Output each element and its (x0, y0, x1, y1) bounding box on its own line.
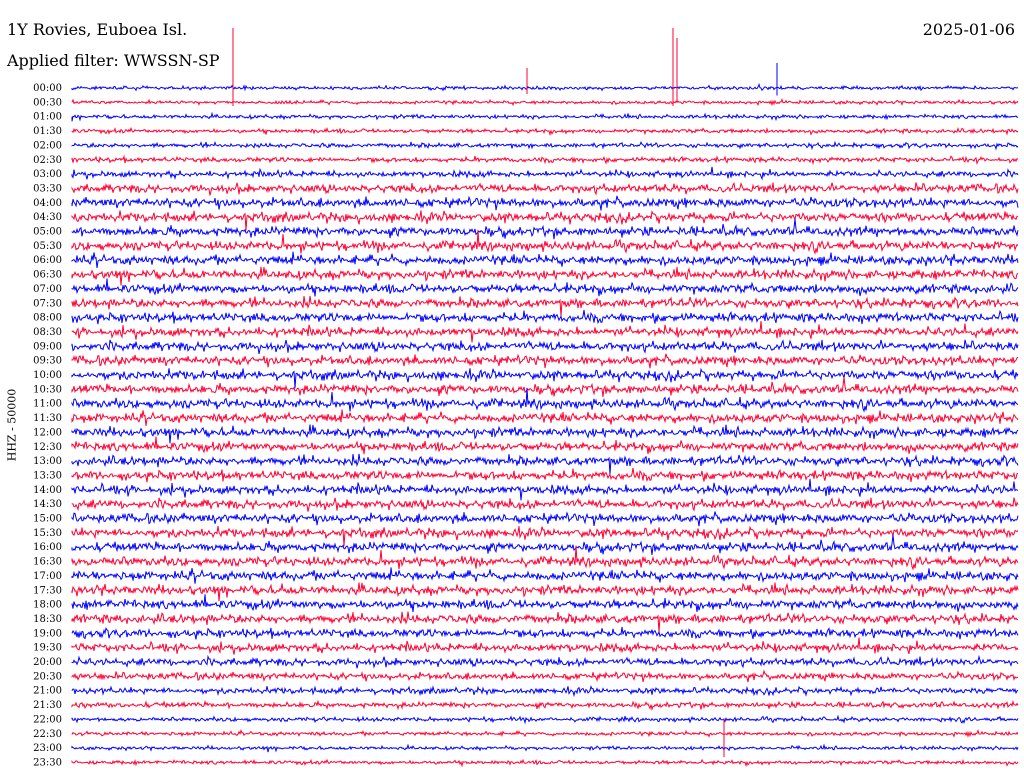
trace-time-label: 09:30 (33, 356, 62, 367)
trace-waveform (71, 611, 1019, 633)
trace-time-label: 12:30 (33, 442, 62, 453)
trace-time-label: 17:30 (33, 585, 62, 596)
trace-waveform (71, 743, 1019, 753)
trace-waveform (71, 83, 1019, 92)
trace-time-label: 00:00 (33, 83, 62, 94)
trace-time-label: 17:00 (33, 571, 62, 582)
trace-time-label: 14:30 (33, 499, 62, 510)
seismogram-chart: 00:00 00:30 01:00 01:30 02:00 02:30 03:00 03:30… (33, 28, 1019, 768)
trace-time-label: 04:30 (33, 212, 62, 223)
trace-waveform (71, 728, 1019, 738)
trace-time-label: 15:30 (33, 528, 62, 539)
trace-time-label: 22:00 (33, 714, 62, 725)
trace-time-label: 07:30 (33, 298, 62, 309)
trace-waveform (71, 626, 1019, 640)
trace-waveform (71, 367, 1019, 389)
trace-waveform (71, 511, 1019, 527)
trace-waveform (71, 219, 1019, 240)
trace-time-label: 01:30 (33, 126, 62, 137)
trace-waveform (71, 126, 1019, 137)
trace-time-label: 04:00 (33, 198, 62, 209)
trace-time-label: 09:00 (33, 341, 62, 352)
trace-time-label: 01:00 (33, 112, 62, 123)
trace-time-label: 21:30 (33, 700, 62, 711)
trace-waveform (71, 545, 1019, 571)
trace-waveform (71, 409, 1019, 426)
trace-time-label: 11:00 (33, 399, 62, 410)
trace-time-label: 16:30 (33, 557, 62, 568)
trace-time-label: 06:00 (33, 255, 62, 266)
trace-time-label: 06:30 (33, 270, 62, 281)
trace-waveform (71, 496, 1019, 512)
trace-waveform (71, 478, 1019, 501)
trace-waveform (71, 154, 1019, 166)
trace-time-label: 23:30 (33, 757, 62, 768)
trace-waveform (71, 699, 1019, 712)
trace-time-label: 11:30 (33, 413, 62, 424)
trace-time-label: 23:00 (33, 743, 62, 754)
trace-time-label: 20:30 (33, 671, 62, 682)
trace-waveform (71, 424, 1019, 444)
trace-time-label: 03:00 (33, 169, 62, 180)
trace-waveform (71, 758, 1019, 768)
trace-waveform (71, 111, 1019, 122)
trace-time-label: 02:00 (33, 140, 62, 151)
trace-time-label: 16:00 (33, 542, 62, 553)
trace-time-label: 14:00 (33, 485, 62, 496)
trace-time-label: 03:30 (33, 183, 62, 194)
trace-waveform (71, 195, 1019, 211)
trace-waveform (71, 436, 1019, 455)
trace-waveform (71, 467, 1019, 483)
trace-time-label: 13:00 (33, 456, 62, 467)
trace-waveform (71, 339, 1019, 355)
trace-time-label: 13:30 (33, 470, 62, 481)
trace-time-label: 15:00 (33, 514, 62, 525)
trace-time-label: 08:30 (33, 327, 62, 338)
trace-waveform (71, 97, 1019, 107)
trace-time-label: 10:30 (33, 384, 62, 395)
trace-waveform (71, 278, 1019, 297)
trace-waveform (71, 685, 1019, 698)
trace-waveform (71, 140, 1019, 151)
trace-waveform (71, 669, 1019, 683)
trace-time-label: 19:30 (33, 643, 62, 654)
trace-time-label: 10:00 (33, 370, 62, 381)
trace-time-label: 18:00 (33, 600, 62, 611)
trace-waveform (71, 320, 1019, 343)
trace-waveform (71, 309, 1019, 325)
trace-waveform (71, 567, 1019, 584)
trace-waveform (71, 251, 1019, 269)
trace-time-label: 20:00 (33, 657, 62, 668)
trace-waveform (71, 266, 1019, 286)
trace-waveform (71, 594, 1019, 613)
trace-time-label: 12:00 (33, 427, 62, 438)
trace-waveform (71, 654, 1019, 669)
trace-time-label: 22:30 (33, 729, 62, 740)
trace-time-label: 02:30 (33, 155, 62, 166)
trace-waveform (71, 166, 1019, 181)
trace-time-label: 05:00 (33, 227, 62, 238)
trace-waveform (71, 353, 1019, 369)
trace-time-label: 05:30 (33, 241, 62, 252)
trace-waveform (71, 181, 1019, 196)
trace-time-label: 00:30 (33, 97, 62, 108)
trace-time-label: 08:00 (33, 313, 62, 324)
trace-waveform (71, 534, 1019, 555)
trace-waveform (71, 525, 1019, 547)
trace-time-label: 07:00 (33, 284, 62, 295)
trace-time-label: 18:30 (33, 614, 62, 625)
trace-waveform (71, 209, 1019, 231)
trace-waveform (71, 637, 1019, 655)
trace-time-label: 19:00 (33, 628, 62, 639)
trace-waveform (71, 582, 1019, 602)
trace-waveform (71, 714, 1019, 725)
trace-time-label: 21:00 (33, 686, 62, 697)
